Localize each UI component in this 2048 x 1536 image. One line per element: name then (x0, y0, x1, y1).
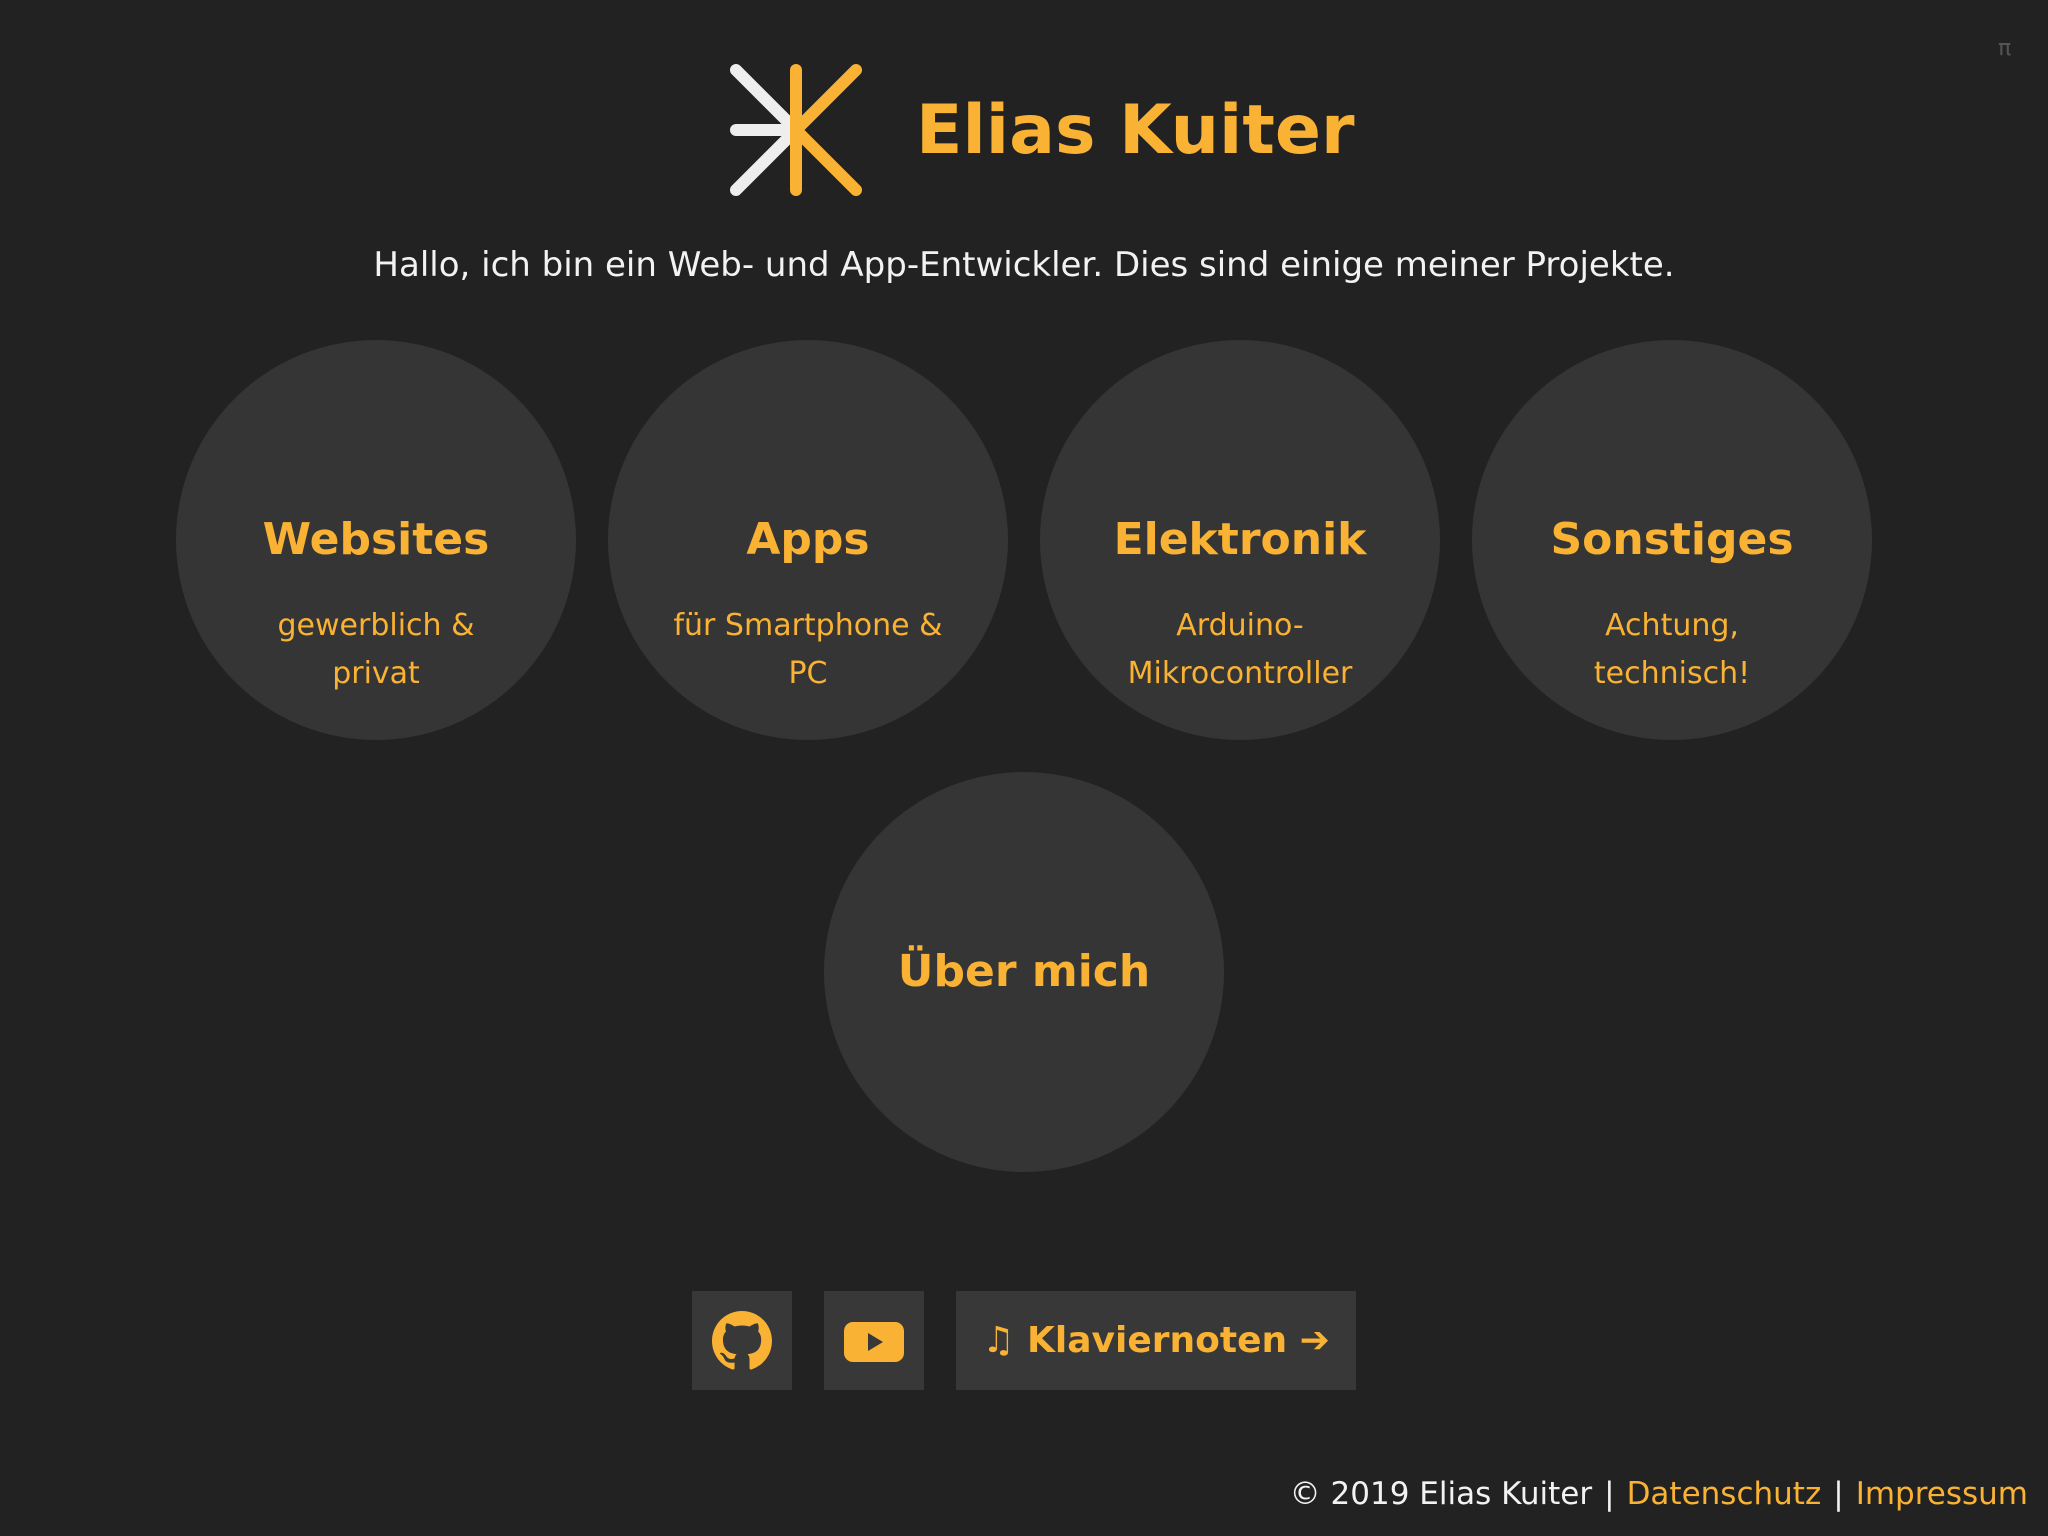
category-subtitle: gewerblich & privat (277, 608, 475, 691)
logo-icon (730, 64, 862, 196)
github-button[interactable] (692, 1291, 792, 1390)
footer: © 2019 Elias Kuiter | Datenschutz | Impressu… (1290, 1474, 2028, 1514)
youtube-button[interactable] (824, 1291, 924, 1390)
category-title: Sonstiges (1550, 514, 1794, 565)
category-title: Apps (746, 514, 870, 565)
intro-text: Hallo, ich bin ein Web- und App-Entwickl… (373, 245, 1675, 285)
sheet-music-button[interactable]: ♫ Klaviernoten ➔ (956, 1291, 1356, 1390)
category-sonstiges[interactable]: Sonstiges Achtung, technisch! (1472, 340, 1872, 740)
category-subtitle: für Smartphone & PC (673, 608, 943, 691)
github-icon (712, 1311, 772, 1370)
footer-separator: | (1833, 1476, 1844, 1512)
pi-link[interactable]: π (1998, 36, 2011, 61)
category-subtitle: Achtung, technisch! (1593, 608, 1751, 691)
category-subtitle: Arduino-Mikrocontroller (1127, 608, 1353, 691)
category-apps[interactable]: Apps für Smartphone & PC (608, 340, 1008, 740)
category-title: Websites (262, 514, 490, 565)
site-title: Elias Kuiter (916, 91, 1355, 170)
category-elektronik[interactable]: Elektronik Arduino-Mikrocontroller (1040, 340, 1440, 740)
imprint-link[interactable]: Impressum (1856, 1476, 2028, 1512)
footer-separator: | (1604, 1476, 1615, 1512)
copyright-text: © 2019 Elias Kuiter (1289, 1476, 1593, 1512)
youtube-icon (844, 1322, 904, 1362)
category-websites[interactable]: Websites gewerblich & privat (176, 340, 576, 740)
category-title: Über mich (897, 946, 1151, 997)
page: π Elias Kuiter Hallo, ich bin ein Web- u… (0, 0, 2048, 1536)
category-title: Elektronik (1113, 514, 1367, 565)
category-ueber-mich[interactable]: Über mich (824, 772, 1224, 1172)
privacy-link[interactable]: Datenschutz (1627, 1476, 1822, 1512)
